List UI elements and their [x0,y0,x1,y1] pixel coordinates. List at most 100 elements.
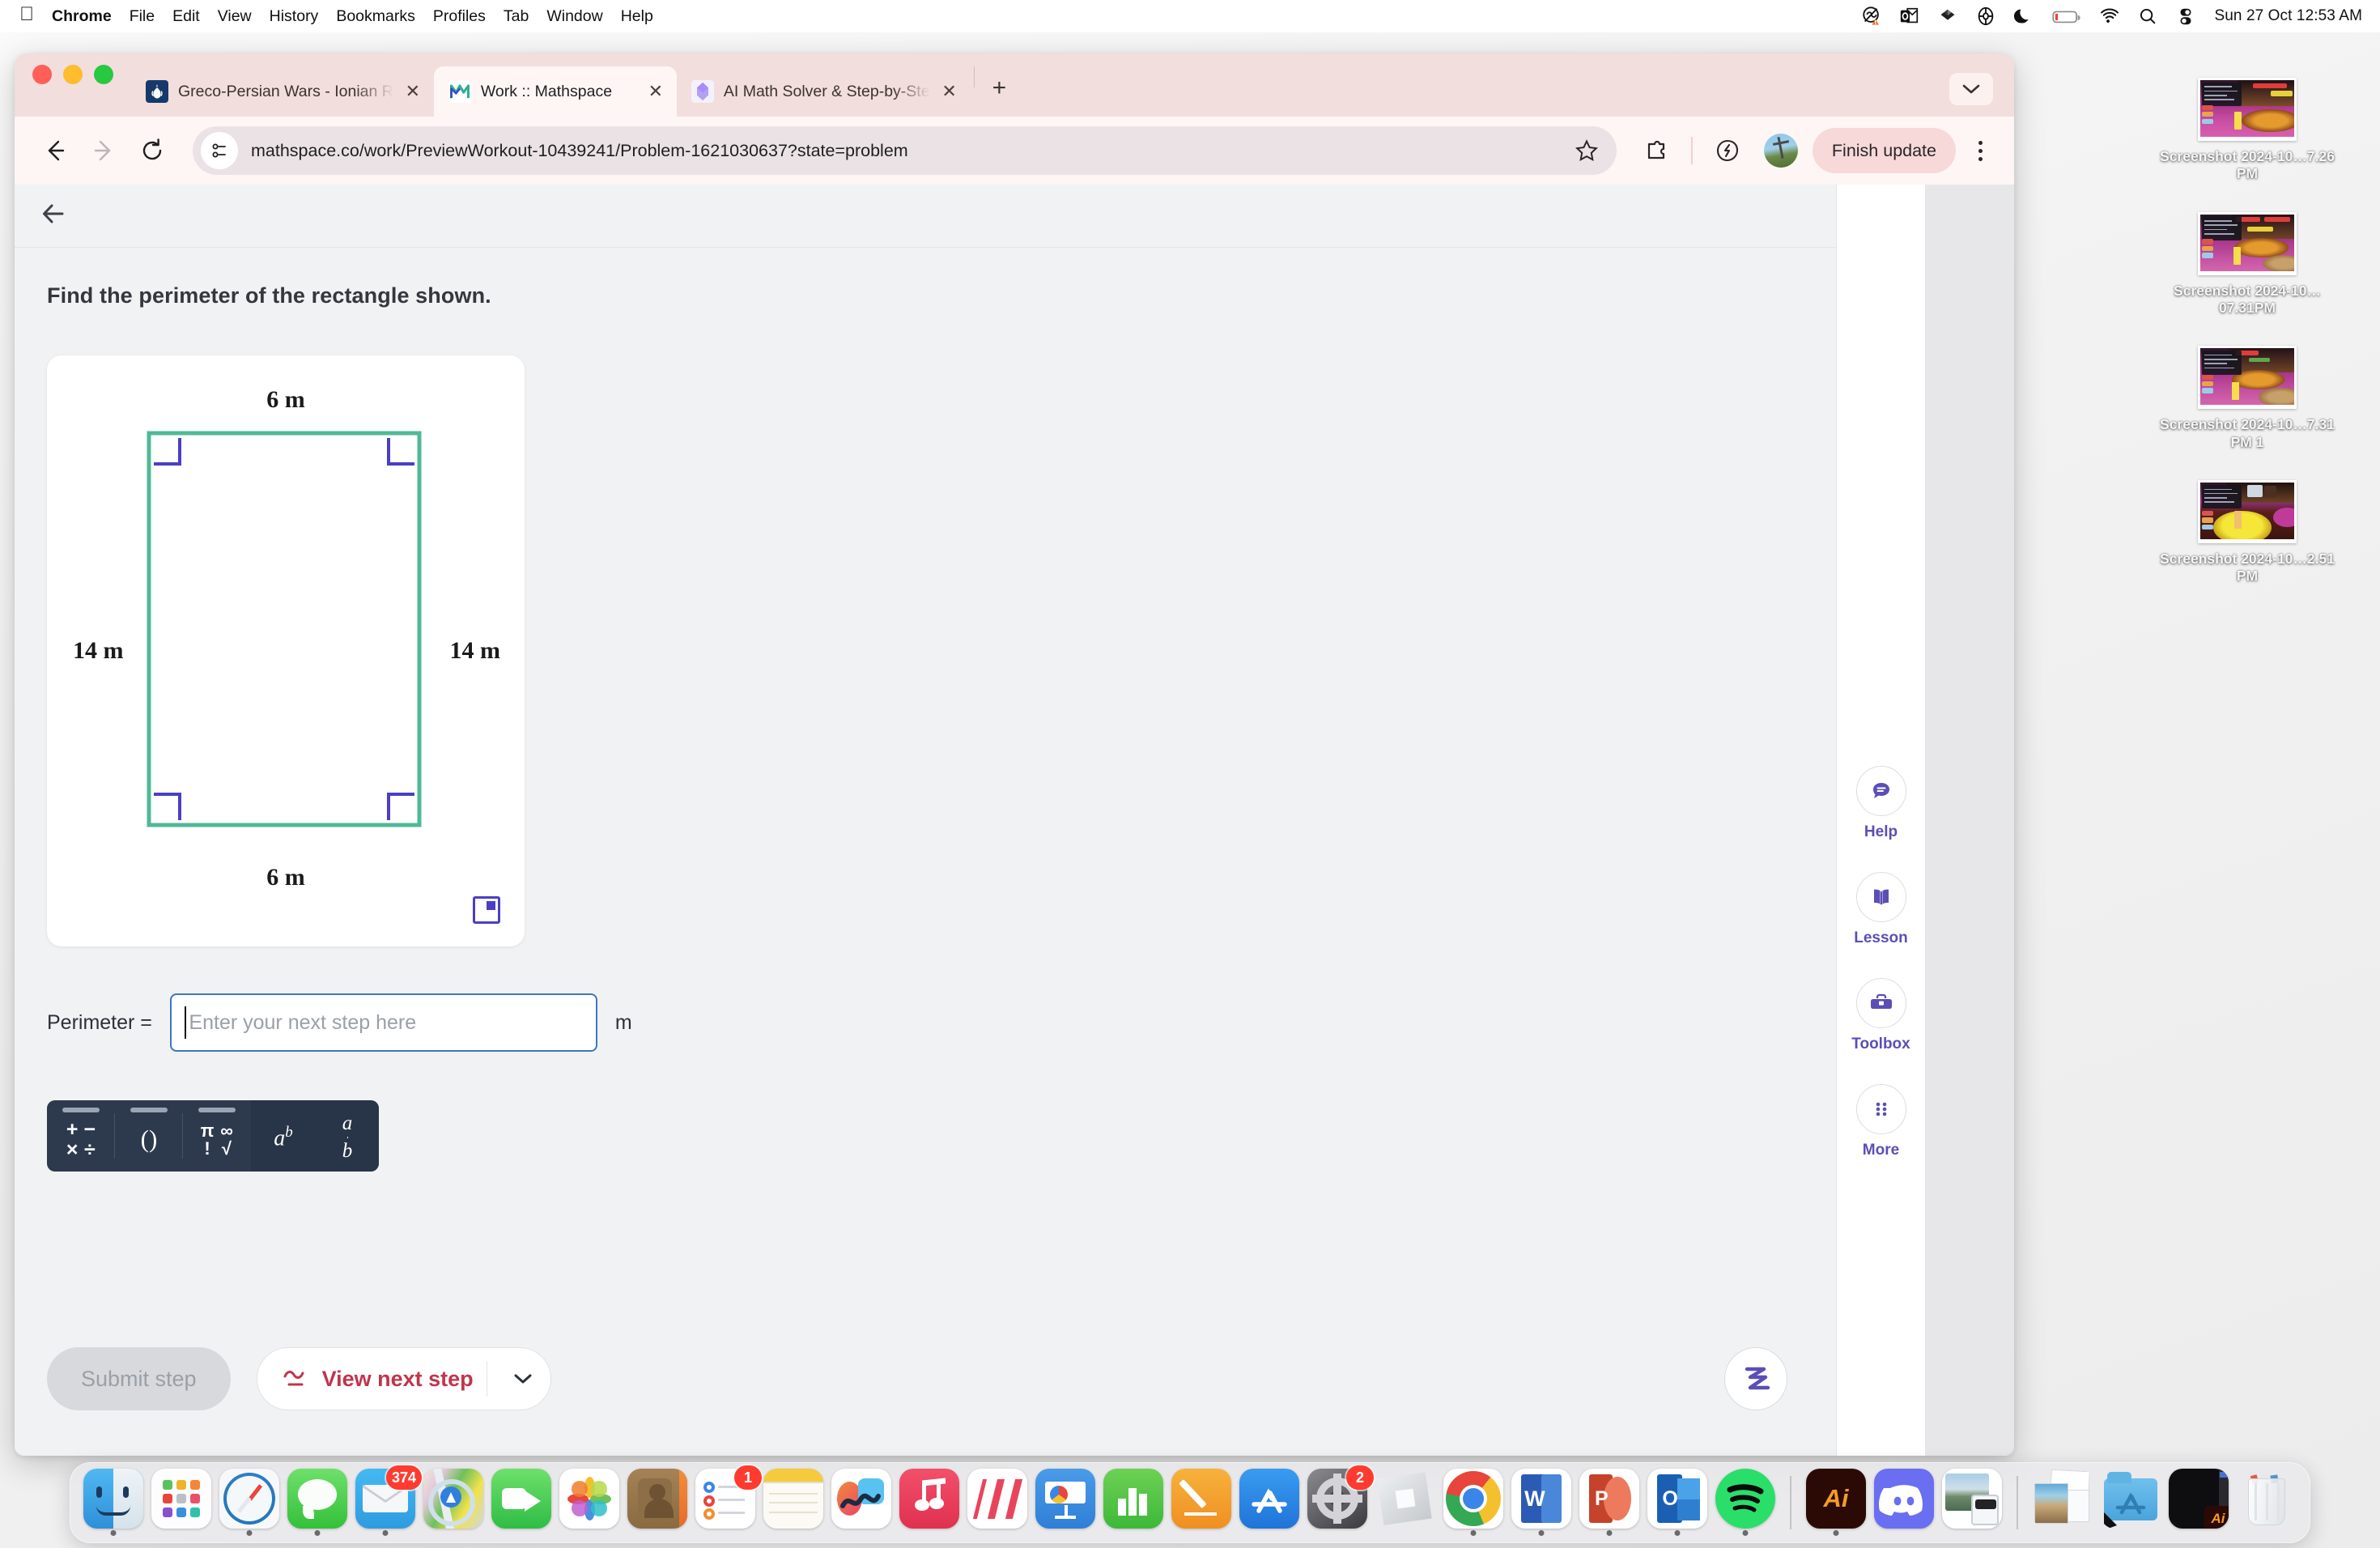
lifebuoy-icon[interactable] [1975,6,1996,27]
tab-work-mathspace[interactable]: Work :: Mathspace ✕ [433,66,677,117]
dock-item-spotify[interactable] [1714,1469,1777,1537]
spotify-icon [1715,1469,1775,1529]
photos-icon [559,1469,619,1529]
expand-diagram-icon[interactable] [473,896,500,924]
dock-item-applications-folder[interactable] [2099,1469,2162,1537]
menu-item-profiles[interactable]: Profiles [433,7,486,26]
address-bar[interactable]: mathspace.co/work/PreviewWorkout-1043924… [193,126,1617,175]
dock-item-discord[interactable] [1872,1469,1936,1537]
dock-item-photos[interactable] [558,1469,621,1537]
bookmark-button[interactable] [1566,130,1607,171]
dock-item-powerpoint[interactable]: P [1578,1469,1641,1537]
math-key-parentheses[interactable]: () [115,1100,183,1172]
desktop-icon-screenshot-4[interactable]: Screenshot 2024-10…2.51 PM [2146,480,2348,585]
tab-greco-persian-wars[interactable]: Greco-Persian Wars - Ionian R ✕ [131,66,434,117]
answer-input[interactable]: Enter your next step here [169,993,597,1052]
menu-item-edit[interactable]: Edit [172,7,200,26]
dock-item-mail[interactable]: 374 [354,1465,422,1537]
menu-item-history[interactable]: History [270,7,319,26]
dock-item-facetime[interactable] [490,1469,553,1537]
news-icon [967,1469,1027,1529]
next-step-options-button[interactable] [500,1371,546,1387]
dock-item-music[interactable] [898,1469,961,1537]
dropbox-icon[interactable] [1937,6,1958,27]
dock-item-safari[interactable] [218,1469,281,1537]
menu-item-view[interactable]: View [218,7,252,26]
energy-saver-button[interactable] [1706,129,1749,172]
submit-step-button[interactable]: Submit step [47,1347,231,1410]
dock-item-maps[interactable] [422,1469,485,1537]
menu-item-bookmarks[interactable]: Bookmarks [336,7,415,26]
new-tab-button[interactable]: + [978,76,1022,117]
math-key-exponent[interactable]: ab [251,1100,316,1172]
menu-item-chrome[interactable]: Chrome [52,7,112,26]
dock-item-illustrator-document[interactable]: Ai [2167,1469,2230,1537]
dock-item-illustrator[interactable]: Ai [1804,1469,1868,1537]
rail-item-lesson[interactable]: Lesson [1854,872,1908,947]
close-window-button[interactable] [32,65,52,84]
desktop-icon-screenshot-3[interactable]: Screenshot 2024-10…7.31 PM 1 [2146,346,2348,451]
desktop-icon-screenshot-2[interactable]: Screenshot 2024-10…07.31PM [2146,211,2348,317]
rail-item-toolbox[interactable]: Toolbox [1851,978,1910,1053]
illustrator-document-icon: Ai [2169,1469,2229,1529]
finish-update-button[interactable]: Finish update [1812,128,1956,173]
battery-low-icon[interactable] [2051,6,2082,27]
dock-item-system-settings[interactable]: 2 [1306,1465,1374,1537]
dock-item-keynote[interactable] [1034,1469,1097,1537]
dock-item-word[interactable]: W [1510,1469,1573,1537]
dock-item-outlook[interactable]: O [1646,1469,1709,1537]
minimize-window-button[interactable] [63,65,83,84]
rail-item-more[interactable]: More [1855,1084,1906,1159]
control-center-icon[interactable] [2175,6,2196,27]
desktop-icon-screenshot-1[interactable]: Screenshot 2024-10…7.26 PM [2146,78,2348,183]
profile-avatar[interactable] [1763,134,1798,168]
menu-item-window[interactable]: Window [546,7,602,26]
outlook-icon[interactable] [1899,6,1920,27]
menu-item-file[interactable]: File [130,7,155,26]
site-settings-icon[interactable] [201,132,238,169]
chrome-menu-button[interactable] [1962,140,1998,161]
tab-ai-math-solver[interactable]: AI Math Solver & Step-by-Ste ✕ [677,66,971,117]
tab-close-icon[interactable]: ✕ [646,83,665,100]
view-next-step-button[interactable]: View next step [256,1347,552,1410]
dock-item-numbers[interactable] [1102,1469,1165,1537]
dock-item-freeform[interactable] [830,1469,893,1537]
extensions-button[interactable] [1634,129,1678,172]
moon-dnd-icon[interactable] [2013,6,2034,27]
maximize-window-button[interactable] [94,65,113,84]
dock-item-preview[interactable] [1940,1469,2004,1537]
wifi-icon[interactable] [2099,6,2120,27]
dock-item-reminders[interactable]: 1 [694,1465,762,1537]
dock-item-roblox[interactable] [1374,1469,1437,1537]
mathspace-logo-button[interactable] [1724,1347,1787,1410]
forward-button[interactable] [83,130,125,172]
dock-item-trash[interactable] [2235,1469,2298,1537]
back-button[interactable] [34,130,76,172]
apple-menu-icon[interactable]:  [19,5,34,24]
rail-item-help[interactable]: Help [1855,766,1906,841]
menu-item-tab[interactable]: Tab [504,7,529,26]
dock-item-finder[interactable] [82,1469,145,1537]
dock-item-pages[interactable] [1170,1469,1233,1537]
menu-bar-clock[interactable]: Sun 27 Oct 12:53 AM [2214,7,2362,25]
dock-item-messages[interactable] [286,1469,349,1537]
dock-item-image-stack[interactable] [2031,1469,2094,1537]
math-key-operators[interactable]: + − × ÷ [47,1100,115,1172]
math-key-symbols[interactable]: π ∞ ! √ [183,1100,251,1172]
tab-close-icon[interactable]: ✕ [940,83,959,100]
dock-item-notes[interactable] [762,1469,825,1537]
dock-item-launchpad[interactable] [150,1469,213,1537]
tab-close-icon[interactable]: ✕ [403,83,423,100]
dock-item-contacts[interactable] [626,1469,689,1537]
dock-item-chrome[interactable] [1442,1469,1505,1537]
nextcloud-warning-icon[interactable] [1861,6,1882,27]
spotlight-search-icon[interactable] [2137,6,2158,27]
dock-item-news[interactable] [966,1469,1029,1537]
menu-item-help[interactable]: Help [621,7,653,26]
tab-search-button[interactable] [1949,73,1993,105]
macos-menu-bar:  Chrome File Edit View History Bookmark… [0,0,2380,32]
mathspace-back-button[interactable] [37,198,70,234]
dock-item-appstore[interactable] [1238,1469,1301,1537]
reload-button[interactable] [131,130,173,172]
math-key-fraction[interactable]: a b [316,1100,379,1172]
